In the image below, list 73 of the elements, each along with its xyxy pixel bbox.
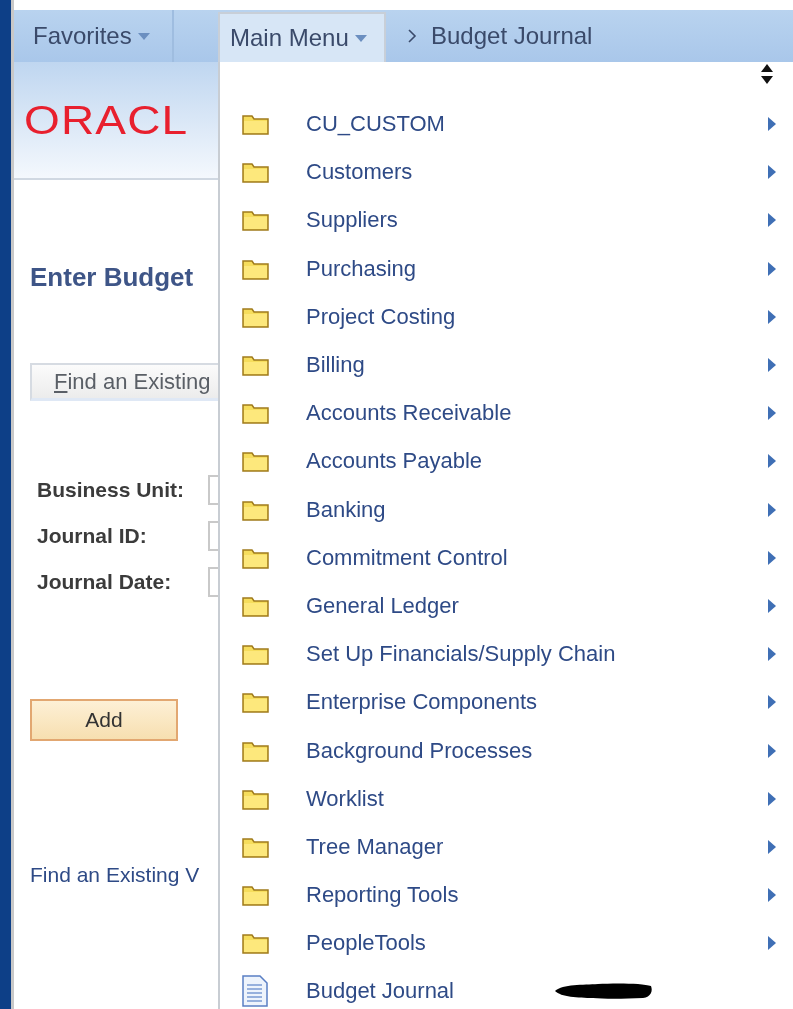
folder-icon	[242, 884, 270, 907]
menu-item[interactable]: Worklist	[220, 785, 793, 812]
input-field[interactable]	[208, 475, 218, 505]
input-field[interactable]	[208, 567, 218, 597]
submenu-arrow-icon	[768, 502, 776, 517]
menu-item[interactable]: Set Up Financials/Supply Chain	[220, 641, 793, 668]
breadcrumb: Budget Journal	[431, 22, 593, 50]
add-button[interactable]: Add	[30, 699, 178, 741]
submenu-arrow-icon	[768, 695, 776, 710]
submenu-arrow-icon	[768, 358, 776, 373]
menu-item[interactable]: Purchasing	[220, 255, 793, 282]
menu-item[interactable]: Banking	[220, 496, 793, 523]
menu-item[interactable]: Commitment Control	[220, 544, 793, 571]
submenu-arrow-icon	[768, 309, 776, 324]
menu-item[interactable]: General Ledger	[220, 592, 793, 619]
menu-item[interactable]: Background Processes	[220, 737, 793, 764]
folder-icon	[242, 691, 270, 714]
menu-item[interactable]: Tree Manager	[220, 833, 793, 860]
folder-icon	[242, 498, 270, 521]
scroll-arrows-icon[interactable]	[761, 64, 773, 84]
document-icon	[242, 975, 268, 1008]
caret-icon	[137, 32, 150, 40]
submenu-arrow-icon	[768, 598, 776, 613]
folder-icon	[242, 209, 270, 232]
folder-icon	[242, 402, 270, 425]
menu-item[interactable]: Suppliers	[220, 207, 793, 234]
logo: ORACL	[24, 97, 189, 143]
field-label: Journal ID:	[37, 524, 147, 548]
menu-item[interactable]: Customers	[220, 159, 793, 186]
folder-icon	[242, 113, 270, 136]
menu-item[interactable]: Budget Journal	[220, 975, 793, 1008]
menu-item[interactable]: Enterprise Components	[220, 689, 793, 716]
menu-item[interactable]: Accounts Payable	[220, 448, 793, 475]
menu-item[interactable]: Project Costing	[220, 303, 793, 330]
folder-icon	[242, 787, 270, 810]
submenu-arrow-icon	[768, 454, 776, 469]
submenu-arrow-icon	[768, 936, 776, 951]
field-label: Journal Date:	[37, 570, 172, 594]
main-menu-button[interactable]: Main Menu	[218, 12, 386, 62]
submenu-arrow-icon	[768, 888, 776, 903]
folder-icon	[242, 594, 270, 617]
folder-icon	[242, 354, 270, 377]
submenu-arrow-icon	[768, 839, 776, 854]
folder-icon	[242, 546, 270, 569]
menu-item[interactable]: Billing	[220, 352, 793, 379]
menu-item[interactable]: Reporting Tools	[220, 882, 793, 909]
folder-icon	[242, 305, 270, 328]
folder-icon	[242, 450, 270, 473]
submenu-arrow-icon	[768, 165, 776, 180]
menu-item[interactable]: PeopleTools	[220, 930, 793, 957]
folder-icon	[242, 835, 270, 858]
page-title: Enter Budget	[30, 262, 195, 293]
field-label: Business Unit:	[37, 478, 185, 502]
caret-icon	[354, 34, 367, 42]
folder-icon	[242, 161, 270, 184]
chevron-icon	[408, 29, 417, 43]
menu-item[interactable]: Accounts Receivable	[220, 400, 793, 427]
folder-icon	[242, 932, 270, 955]
submenu-arrow-icon	[768, 743, 776, 758]
submenu-arrow-icon	[768, 117, 776, 132]
folder-icon	[242, 257, 270, 280]
submenu-arrow-icon	[768, 213, 776, 228]
input-field[interactable]	[208, 521, 218, 551]
find-existing-link[interactable]: Find an Existing V	[30, 863, 218, 887]
folder-icon	[242, 643, 270, 666]
submenu-arrow-icon	[768, 406, 776, 421]
submenu-arrow-icon	[768, 550, 776, 565]
submenu-arrow-icon	[768, 791, 776, 806]
menu-item[interactable]: CU_CUSTOM	[220, 111, 793, 138]
submenu-arrow-icon	[768, 261, 776, 276]
find-existing-tab[interactable]: Find an Existing	[30, 363, 218, 401]
folder-icon	[242, 739, 270, 762]
submenu-arrow-icon	[768, 647, 776, 662]
